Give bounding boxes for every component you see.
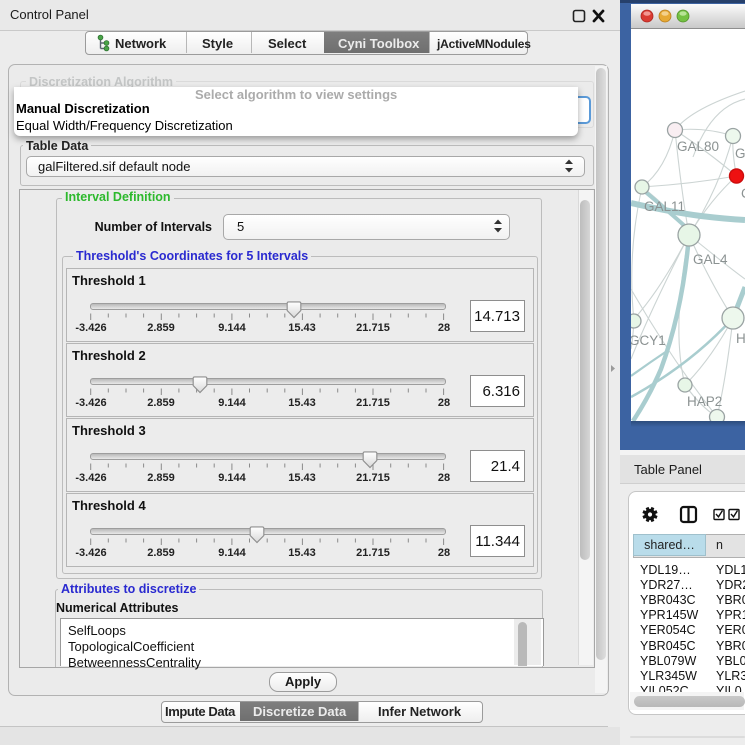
svg-text:H: H [736, 331, 745, 346]
svg-text:HAP2: HAP2 [687, 394, 722, 409]
svg-text:GA: GA [735, 146, 745, 161]
svg-text:C: C [741, 186, 745, 201]
svg-text:GAL80: GAL80 [677, 139, 719, 154]
svg-text:GAL11: GAL11 [644, 199, 685, 214]
svg-text:GAL4: GAL4 [693, 252, 728, 267]
svg-text:GCY1: GCY1 [631, 333, 666, 348]
